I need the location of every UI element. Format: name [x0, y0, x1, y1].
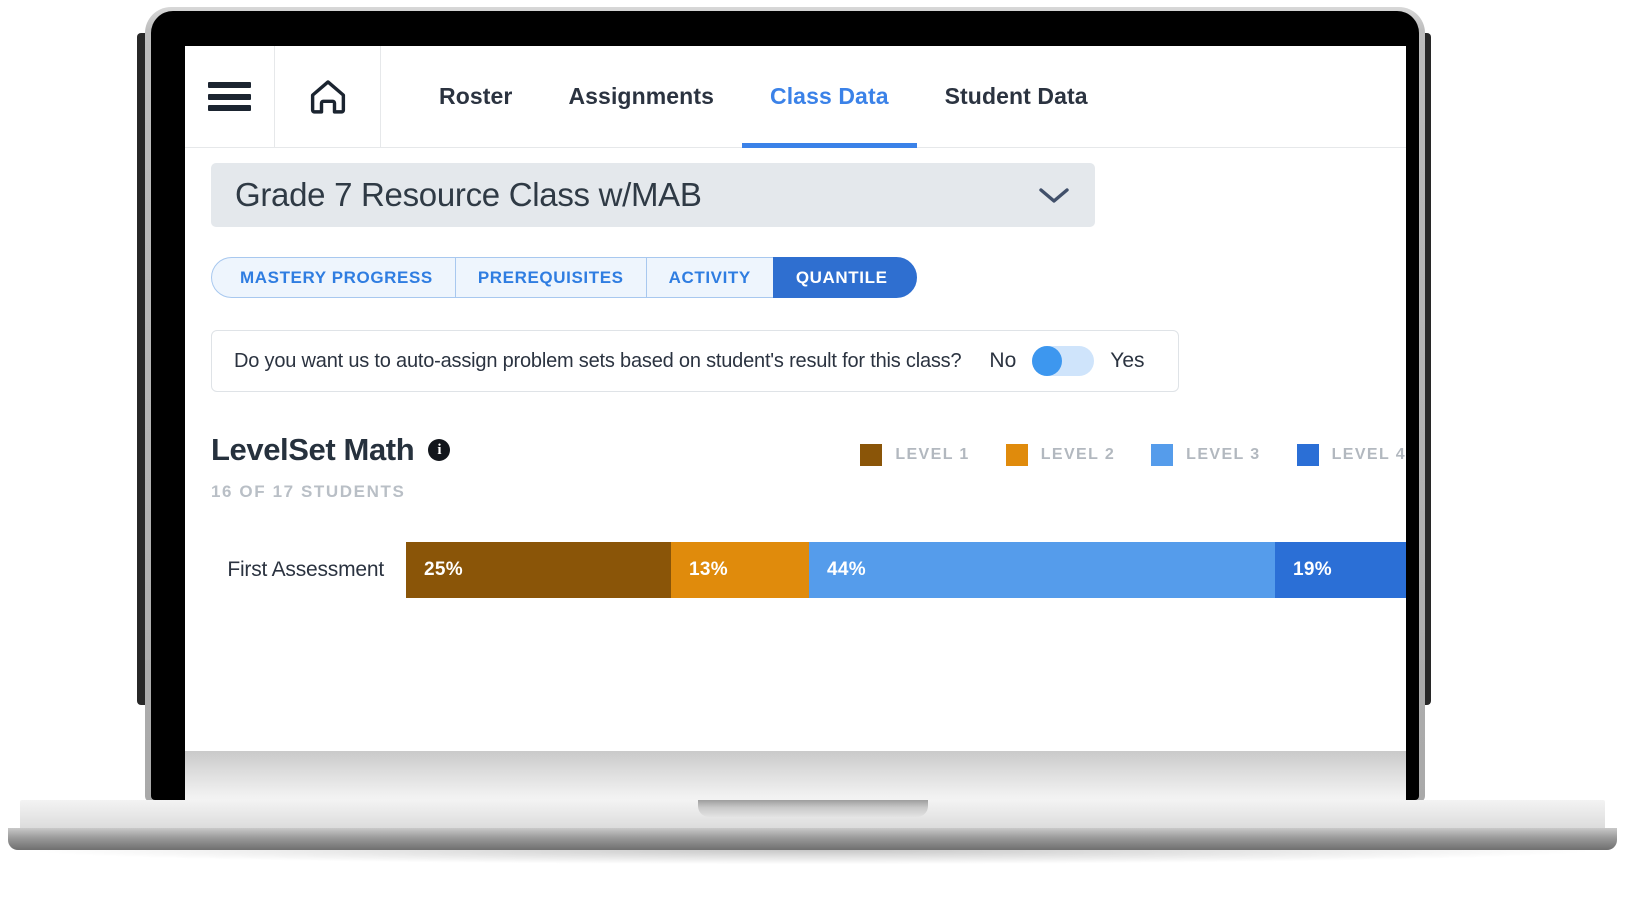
- table-row: 25% 13% 44% 19%: [406, 542, 1406, 598]
- segment-label: ACTIVITY: [668, 267, 751, 287]
- legend-swatch: [1296, 444, 1319, 466]
- laptop-mockup: Roster Assignments Class Data Student Da…: [0, 0, 1625, 923]
- nav-tab-class-data[interactable]: Class Data: [741, 46, 917, 148]
- segment-mastery-progress[interactable]: MASTERY PROGRESS: [211, 257, 455, 298]
- primary-nav: Roster Assignments Class Data Student Da…: [381, 46, 1116, 148]
- home-icon: [310, 80, 345, 114]
- segment-label: PREREQUISITES: [477, 267, 624, 287]
- class-selector-dropdown[interactable]: Grade 7 Resource Class w/MAB: [211, 163, 1095, 227]
- nav-tab-roster[interactable]: Roster: [411, 46, 540, 147]
- bar-segment-value: 13%: [689, 559, 728, 580]
- app-top-bar: Roster Assignments Class Data Student Da…: [185, 46, 1406, 148]
- legend-label: LEVEL 4: [1331, 446, 1406, 463]
- auto-assign-yes-label: Yes: [1110, 349, 1145, 372]
- segment-quantile[interactable]: QUANTILE: [772, 257, 917, 298]
- auto-assign-question: Do you want us to auto-assign problem se…: [234, 349, 962, 372]
- class-selector-value: Grade 7 Resource Class w/MAB: [235, 176, 702, 213]
- bar-segment-value: 44%: [827, 559, 866, 580]
- nav-tab-assignments[interactable]: Assignments: [540, 46, 742, 147]
- nav-tab-label: Assignments: [568, 83, 714, 109]
- legend-item-level-3[interactable]: LEVEL 3: [1151, 444, 1260, 466]
- toggle-knob: [1032, 346, 1063, 376]
- legend-label: LEVEL 2: [1040, 446, 1116, 463]
- nav-tab-label: Roster: [439, 83, 513, 109]
- bar-segment-level-2[interactable]: 13%: [671, 542, 809, 598]
- bar-row-label: First Assessment: [227, 558, 384, 581]
- chart-title-block: LevelSet Math i 16 OF 17 STUDENTS: [211, 432, 451, 502]
- chart-subtitle: 16 OF 17 STUDENTS: [211, 482, 406, 501]
- hamburger-menu-icon: [208, 82, 251, 111]
- page-title: LevelSet Math: [211, 432, 415, 467]
- auto-assign-no-label: No: [989, 349, 1017, 372]
- legend-item-level-1[interactable]: LEVEL 1: [860, 444, 969, 466]
- info-icon[interactable]: i: [428, 439, 451, 461]
- legend-label: LEVEL 3: [1186, 446, 1261, 463]
- stacked-bar-chart: First Assessment 25% 13% 44% 19%: [211, 542, 1406, 598]
- chart-header: LevelSet Math i 16 OF 17 STUDENTS LEVEL …: [211, 432, 1406, 502]
- laptop-base-lip: [8, 828, 1617, 850]
- bar-segment-value: 19%: [1293, 559, 1332, 580]
- legend-item-level-4[interactable]: LEVEL 4: [1296, 444, 1406, 466]
- auto-assign-toggle[interactable]: [1032, 346, 1095, 376]
- bar-segment-level-4[interactable]: 19%: [1275, 542, 1406, 598]
- segment-label: MASTERY PROGRESS: [240, 267, 433, 287]
- chart-legend: LEVEL 1 LEVEL 2 LEVEL 3 LEVEL 4: [860, 432, 1406, 466]
- bar-segment-level-3[interactable]: 44%: [809, 542, 1275, 598]
- legend-swatch: [1005, 444, 1028, 466]
- laptop-base-notch: [698, 800, 928, 817]
- bar-segment-level-1[interactable]: 25%: [406, 542, 671, 598]
- legend-swatch: [860, 444, 883, 466]
- chevron-down-icon: [1039, 188, 1069, 203]
- segment-label: QUANTILE: [795, 267, 888, 287]
- legend-swatch: [1151, 444, 1174, 466]
- screen-viewport: Roster Assignments Class Data Student Da…: [185, 46, 1406, 802]
- nav-tab-label: Class Data: [769, 83, 889, 109]
- segment-activity[interactable]: ACTIVITY: [645, 257, 773, 298]
- home-button[interactable]: [275, 46, 381, 147]
- page-content: Grade 7 Resource Class w/MAB MASTERY PRO…: [185, 163, 1406, 802]
- quantile-segmented-control: MASTERY PROGRESS PREREQUISITES ACTIVITY …: [211, 257, 917, 298]
- menu-button[interactable]: [185, 46, 275, 147]
- chart-title-row: LevelSet Math i: [211, 432, 451, 468]
- segment-prerequisites[interactable]: PREREQUISITES: [454, 257, 646, 298]
- nav-tab-student-data[interactable]: Student Data: [917, 46, 1116, 147]
- legend-label: LEVEL 1: [895, 446, 970, 463]
- laptop-shadow: [40, 850, 1585, 864]
- nav-tab-label: Student Data: [944, 83, 1088, 109]
- legend-item-level-2[interactable]: LEVEL 2: [1005, 444, 1116, 466]
- content-fade-overlay: [185, 751, 1406, 802]
- auto-assign-card: Do you want us to auto-assign problem se…: [211, 330, 1179, 392]
- bar-segment-value: 25%: [424, 559, 463, 580]
